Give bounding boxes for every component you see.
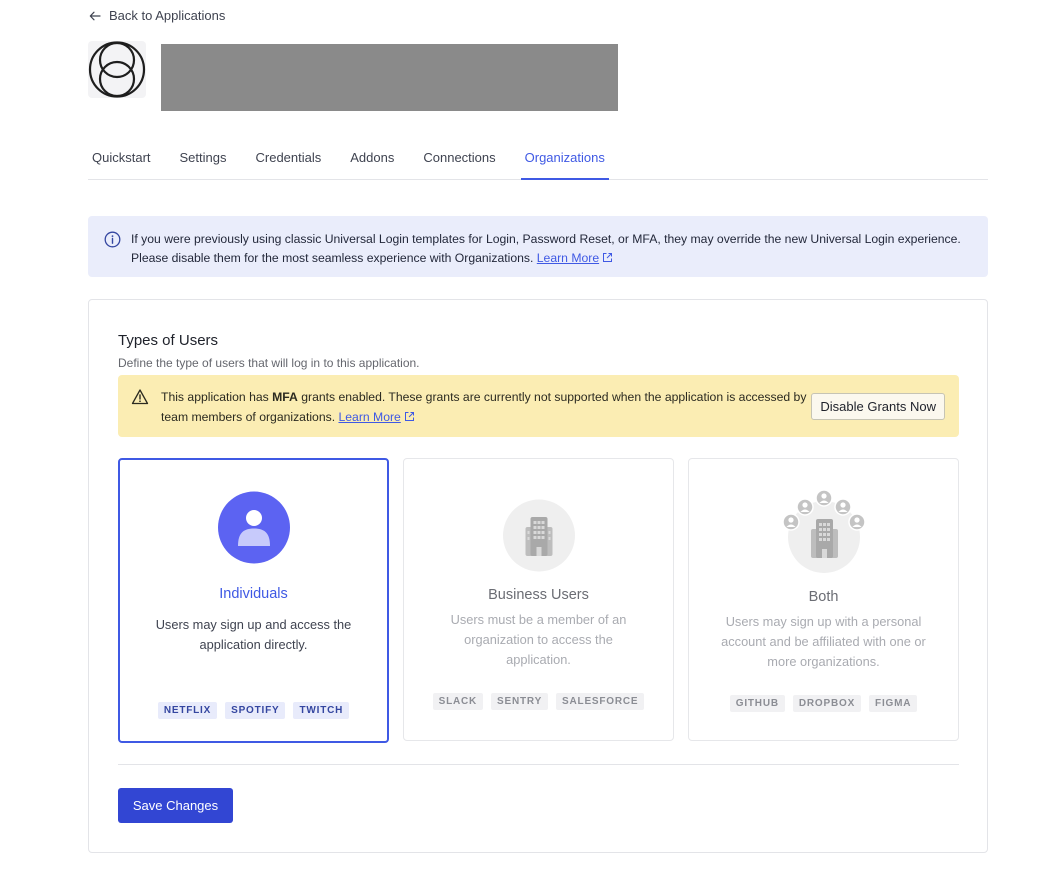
chip: DROPBOX	[792, 695, 862, 712]
tab-connections[interactable]: Connections	[419, 146, 499, 180]
tab-organizations[interactable]: Organizations	[520, 146, 609, 180]
info-banner: If you were previously using classic Uni…	[88, 216, 988, 277]
mfa-warning-banner: This application has MFA grants enabled.…	[118, 375, 959, 437]
chip: NETFLIX	[157, 702, 218, 719]
external-link-icon	[603, 253, 613, 262]
disable-grants-button[interactable]: Disable Grants Now	[811, 393, 945, 420]
app-logo	[88, 41, 146, 98]
external-link-icon	[404, 412, 414, 421]
app-tabs: Quickstart Settings Credentials Addons C…	[88, 146, 988, 180]
option-business-title: Business Users	[488, 587, 589, 603]
info-icon	[104, 231, 121, 248]
option-business-description: Users must be a member of an organizatio…	[450, 612, 627, 667]
card-title: Types of Users	[118, 332, 219, 349]
chip: TWITCH	[293, 702, 350, 719]
back-link-label: Back to Applications	[109, 8, 226, 23]
warning-learn-more-link[interactable]: Learn More	[338, 410, 400, 424]
chip: SALESFORCE	[556, 693, 645, 710]
option-both-title: Both	[808, 589, 839, 605]
option-business-users[interactable]: Business Users Users must be a member of…	[403, 458, 674, 741]
person-avatar-icon	[217, 491, 290, 564]
option-both-description: Users may sign up with a personal accoun…	[721, 614, 926, 669]
warning-text-block: This application has MFA grants enabled.…	[161, 387, 811, 427]
warning-triangle-icon	[131, 389, 149, 405]
building-with-users-icon	[781, 489, 866, 573]
option-individuals-description: Users may sign up and access the applica…	[155, 617, 352, 652]
option-individuals-chips: NETFLIX SPOTIFY TWITCH	[120, 702, 387, 719]
info-learn-more-link[interactable]: Learn More	[537, 251, 599, 265]
application-organizations-page: Back to Applications Quickstart Settings…	[0, 0, 1058, 878]
info-banner-text-block: If you were previously using classic Uni…	[131, 230, 972, 265]
chip: GITHUB	[729, 695, 785, 712]
chip: FIGMA	[869, 695, 918, 712]
warning-text-prefix: This application has	[161, 390, 273, 404]
app-name-redacted-block	[161, 44, 618, 111]
tab-quickstart[interactable]: Quickstart	[88, 146, 155, 180]
chip: SLACK	[432, 693, 484, 710]
chip: SENTRY	[491, 693, 549, 710]
option-both[interactable]: Both Users may sign up with a personal a…	[688, 458, 959, 741]
option-both-chips: GITHUB DROPBOX FIGMA	[689, 695, 958, 712]
tab-addons[interactable]: Addons	[346, 146, 398, 180]
tab-settings[interactable]: Settings	[176, 146, 231, 180]
option-individuals[interactable]: Individuals Users may sign up and access…	[118, 458, 389, 743]
save-changes-button[interactable]: Save Changes	[118, 788, 233, 823]
building-icon	[502, 499, 575, 572]
warning-text-bold: MFA	[272, 390, 298, 404]
option-business-chips: SLACK SENTRY SALESFORCE	[404, 693, 673, 710]
chip: SPOTIFY	[225, 702, 286, 719]
overlapping-circles-logo-icon	[88, 41, 146, 98]
back-to-applications-link[interactable]: Back to Applications	[89, 8, 225, 23]
arrow-left-icon	[89, 11, 101, 20]
option-individuals-title: Individuals	[219, 586, 288, 602]
card-description: Define the type of users that will log i…	[118, 356, 420, 370]
card-divider	[118, 764, 959, 765]
types-of-users-card: Types of Users Define the type of users …	[88, 299, 988, 853]
tab-credentials[interactable]: Credentials	[252, 146, 326, 180]
